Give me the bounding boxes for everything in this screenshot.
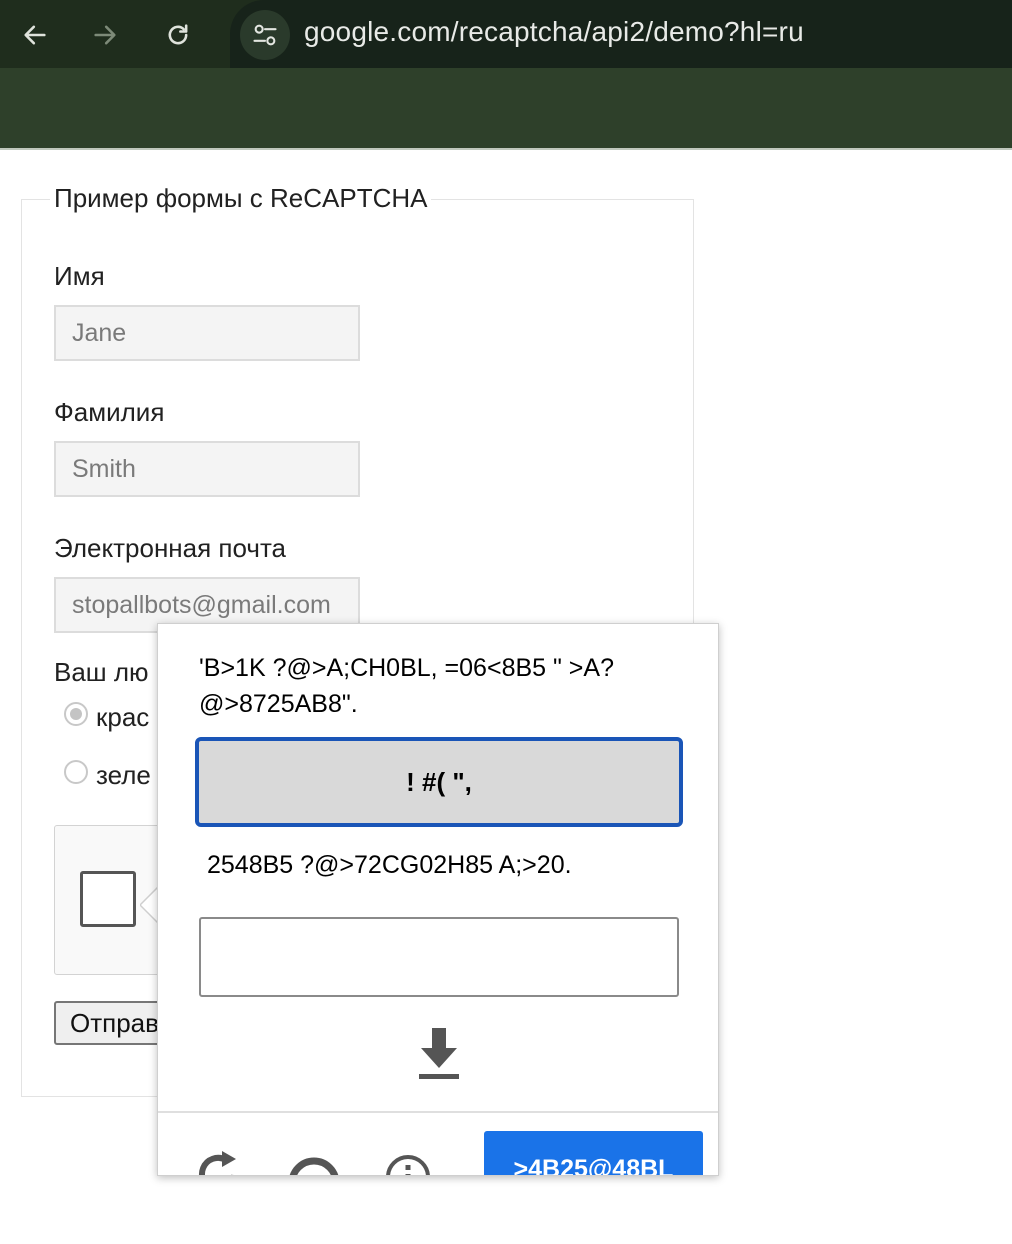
back-arrow-icon [24,25,46,45]
download-icon[interactable] [415,1024,463,1086]
radio-green[interactable] [64,760,88,784]
reload-icon[interactable] [194,1149,242,1176]
footer-divider [158,1111,718,1113]
captcha-challenge-popup: 'B>1K ?@>A;CH0BL, =06<8B5 " >A? @>8725AB… [157,623,719,1176]
site-settings-icon [253,24,277,46]
reload-button[interactable] [157,14,199,56]
radio-green-label[interactable]: зеле [96,760,151,791]
first-name-input[interactable]: Jane [54,305,360,361]
url-text[interactable]: google.com/recaptcha/api2/demo?hl=ru [304,16,804,48]
recaptcha-checkbox[interactable] [80,871,136,927]
last-name-label: Фамилия [54,397,165,427]
form-legend: Пример формы с ReCAPTCHA [50,183,432,214]
last-name-input[interactable]: Smith [54,441,360,497]
forward-button[interactable] [84,14,126,56]
back-button[interactable] [14,14,56,56]
answer-input[interactable] [199,917,679,997]
email-label: Электронная почта [54,533,287,563]
color-question-label: Ваш лю [54,657,149,687]
site-settings-button[interactable] [240,10,290,60]
verify-button[interactable]: >4B25@48BL [484,1131,703,1175]
answer-prompt: 2548B5 ?@>72CG02H85 A;>20. [207,851,572,879]
reload-icon [168,24,188,45]
headphones-icon[interactable] [286,1149,342,1176]
play-audio-label: ! #( ", [406,766,472,797]
radio-red-label[interactable]: крас [96,702,149,733]
first-name-label: Имя [54,261,105,291]
toolbar-divider [0,148,1012,150]
play-audio-button[interactable]: ! #( ", [195,737,683,827]
forward-arrow-icon [94,25,116,45]
radio-red[interactable] [64,702,88,726]
submit-button[interactable]: Отправ [54,1001,174,1045]
browser-toolbar: google.com/recaptcha/api2/demo?hl=ru [0,0,1012,150]
challenge-instructions: 'B>1K ?@>A;CH0BL, =06<8B5 " >A? @>8725AB… [199,654,614,718]
info-icon[interactable] [384,1149,432,1176]
